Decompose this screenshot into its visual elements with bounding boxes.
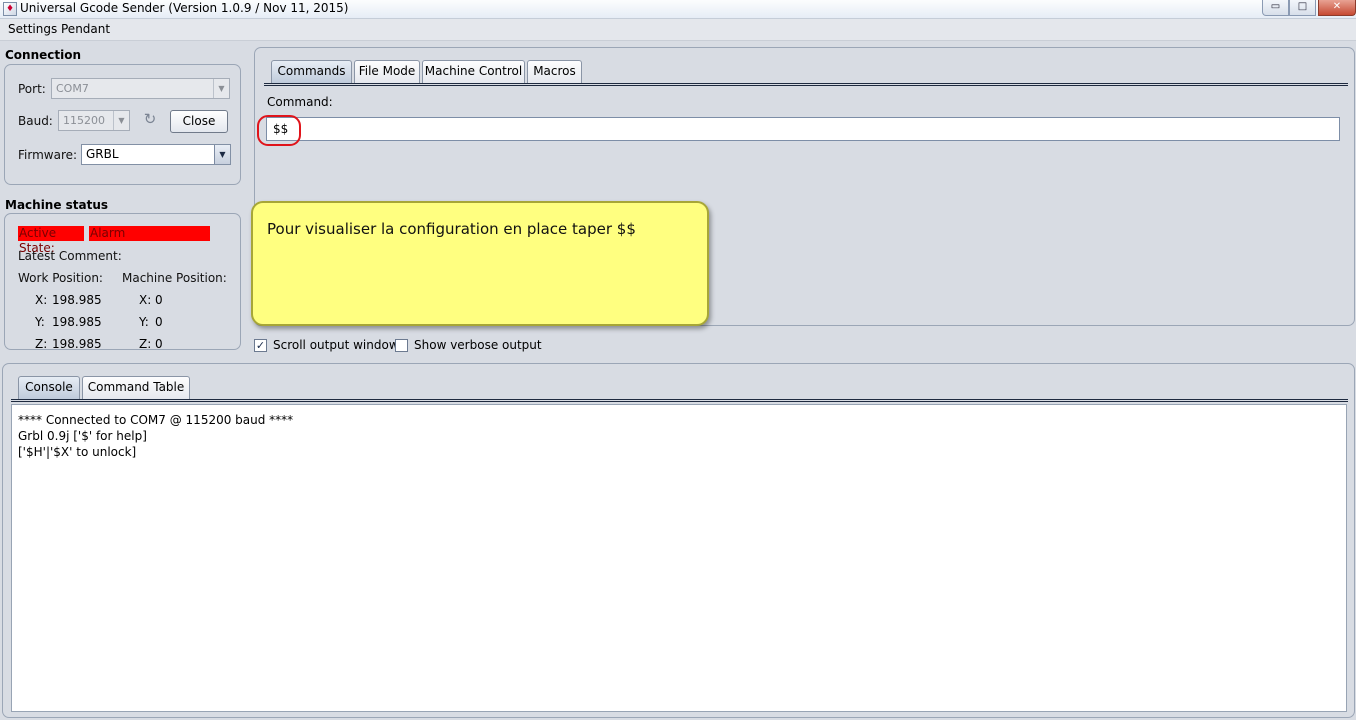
port-label: Port:	[18, 82, 46, 96]
baud-value: 115200	[63, 114, 105, 127]
minimize-button[interactable]: ▭	[1262, 0, 1289, 16]
maximize-button[interactable]: □	[1289, 0, 1316, 16]
work-y-label: Y:	[35, 315, 45, 329]
console-line: **** Connected to COM7 @ 115200 baud ***…	[18, 413, 294, 427]
scroll-output-checkbox[interactable]: ✓	[254, 339, 267, 352]
port-select[interactable]: COM7 ▼	[51, 78, 230, 99]
tab-machine-control[interactable]: Machine Control	[422, 60, 525, 83]
chevron-down-icon: ▼	[214, 145, 230, 164]
firmware-label: Firmware:	[18, 148, 78, 162]
machine-position-label: Machine Position:	[122, 271, 227, 285]
work-y-value: 198.985	[52, 315, 102, 329]
command-label: Command:	[267, 95, 333, 109]
connection-title: Connection	[5, 48, 82, 62]
title-bar: ♦ Universal Gcode Sender (Version 1.0.9 …	[0, 0, 1356, 19]
machine-y-label: Y:	[139, 315, 149, 329]
menu-pendant[interactable]: Pendant	[59, 22, 112, 36]
baud-label: Baud:	[18, 114, 53, 128]
work-x-label: X:	[35, 293, 48, 307]
menu-bar: Settings Pendant	[0, 19, 1356, 41]
connection-panel: Port: COM7 ▼ Baud: 115200 ▼ ↻ Close Firm…	[4, 64, 241, 185]
console-output[interactable]: **** Connected to COM7 @ 115200 baud ***…	[11, 404, 1347, 712]
work-z-label: Z:	[35, 337, 48, 351]
console-tab-divider	[11, 399, 1348, 402]
tab-command-table[interactable]: Command Table	[82, 376, 190, 399]
command-input[interactable]	[266, 117, 1340, 141]
verbose-output-label: Show verbose output	[414, 338, 542, 352]
machine-z-value: 0	[155, 337, 163, 351]
app-icon: ♦	[3, 2, 17, 16]
machine-y-value: 0	[155, 315, 163, 329]
tab-macros[interactable]: Macros	[527, 60, 582, 83]
tab-file-mode[interactable]: File Mode	[354, 60, 420, 83]
work-z-value: 198.985	[52, 337, 102, 351]
tab-commands[interactable]: Commands	[271, 60, 352, 83]
firmware-select[interactable]: GRBL ▼	[81, 144, 231, 165]
active-state-label: Active State:	[18, 226, 84, 255]
console-line: ['$H'|'$X' to unlock]	[18, 445, 137, 459]
refresh-icon[interactable]: ↻	[139, 110, 161, 131]
annotation-callout: Pour visualiser la configuration en plac…	[251, 201, 709, 326]
machine-status-panel: Active State: Alarm Latest Comment: Work…	[4, 213, 241, 351]
tab-console[interactable]: Console	[18, 376, 80, 399]
window-title: Universal Gcode Sender (Version 1.0.9 / …	[20, 1, 349, 15]
machine-x-label: X:	[139, 293, 152, 307]
console-line: Grbl 0.9j ['$' for help]	[18, 429, 147, 443]
tab-divider	[264, 83, 1348, 86]
machine-x-value: 0	[155, 293, 163, 307]
close-window-button[interactable]: ✕	[1318, 0, 1356, 16]
firmware-value: GRBL	[86, 147, 119, 161]
latest-comment-label: Latest Comment:	[18, 249, 122, 263]
baud-select[interactable]: 115200 ▼	[58, 110, 130, 131]
chevron-down-icon: ▼	[213, 79, 229, 98]
scroll-output-label: Scroll output window	[273, 338, 399, 352]
work-position-label: Work Position:	[18, 271, 103, 285]
highlight-ring	[257, 115, 301, 146]
machine-z-label: Z:	[139, 337, 152, 351]
chevron-down-icon: ▼	[113, 111, 129, 130]
port-value: COM7	[56, 82, 89, 95]
machine-status-title: Machine status	[5, 198, 109, 212]
close-connection-button[interactable]: Close	[170, 110, 228, 133]
menu-settings[interactable]: Settings	[6, 22, 59, 36]
verbose-output-checkbox[interactable]	[395, 339, 408, 352]
active-state-value: Alarm	[89, 226, 210, 241]
work-x-value: 198.985	[52, 293, 102, 307]
